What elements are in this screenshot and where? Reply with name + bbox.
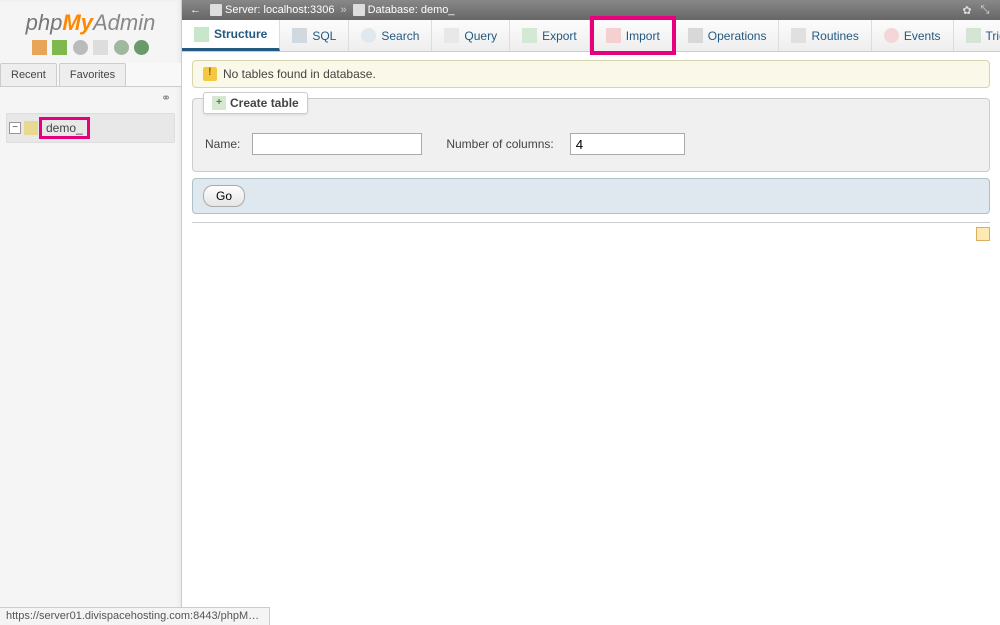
help-icon[interactable]: [73, 40, 88, 55]
tab-recent[interactable]: Recent: [0, 63, 57, 86]
db-value[interactable]: demo_: [421, 4, 455, 16]
go-button[interactable]: Go: [203, 185, 245, 207]
tab-sql[interactable]: SQL: [280, 20, 349, 51]
tab-search[interactable]: Search: [349, 20, 432, 51]
link-icon[interactable]: [157, 91, 171, 99]
logo[interactable]: phpMyAdmin: [0, 0, 181, 38]
tree-expand-icon[interactable]: −: [9, 122, 21, 134]
divider: [192, 222, 990, 223]
create-table-legend: Create table: [203, 92, 308, 114]
sidebar-tabs: Recent Favorites: [0, 63, 181, 87]
database-icon: [24, 121, 38, 135]
tabbar: Structure SQL Search Query Export Import…: [182, 20, 1000, 52]
logout-icon[interactable]: [52, 40, 67, 55]
status-bar: https://server01.divispacehosting.com:84…: [0, 607, 270, 625]
server-icon: [210, 4, 222, 16]
export-icon: [522, 28, 537, 43]
db-label: demo_: [46, 121, 83, 135]
exit-icon[interactable]: ⤡: [978, 3, 992, 17]
db-tree: − demo_: [0, 109, 181, 147]
sql-icon: [292, 28, 307, 43]
query-icon: [444, 28, 459, 43]
tab-triggers[interactable]: Triggers: [954, 20, 1000, 51]
routines-icon: [791, 28, 806, 43]
structure-icon: [194, 27, 209, 42]
tab-import[interactable]: Import: [590, 16, 676, 55]
tab-export[interactable]: Export: [510, 20, 590, 51]
home-icon[interactable]: [32, 40, 47, 55]
search-icon: [361, 28, 376, 43]
reload-icon[interactable]: [134, 40, 149, 55]
triggers-icon: [966, 28, 981, 43]
server-label: Server:: [225, 4, 260, 16]
create-table-icon: [212, 96, 226, 110]
sidebar: phpMyAdmin Recent Favorites − demo_: [0, 0, 182, 625]
events-icon: [884, 28, 899, 43]
tab-favorites[interactable]: Favorites: [59, 63, 126, 86]
create-table-fieldset: Create table Name: Number of columns:: [192, 98, 990, 172]
breadcrumb-separator: »: [340, 4, 346, 16]
tab-events[interactable]: Events: [872, 20, 954, 51]
bookmark-icon[interactable]: [976, 227, 990, 241]
docs-icon[interactable]: [93, 40, 108, 55]
tab-query[interactable]: Query: [432, 20, 510, 51]
gear-icon[interactable]: ✿: [960, 3, 974, 17]
sidebar-toolbar: [0, 38, 181, 63]
database-icon: [353, 4, 365, 16]
columns-input[interactable]: [570, 133, 685, 155]
tab-structure[interactable]: Structure: [182, 20, 280, 51]
content: No tables found in database. Create tabl…: [182, 52, 1000, 625]
tab-operations[interactable]: Operations: [676, 20, 780, 51]
import-icon: [606, 28, 621, 43]
tree-item-database[interactable]: − demo_: [6, 113, 175, 143]
notice-text: No tables found in database.: [223, 67, 376, 81]
notice: No tables found in database.: [192, 60, 990, 88]
name-label: Name:: [205, 137, 240, 151]
table-name-input[interactable]: [252, 133, 422, 155]
tab-routines[interactable]: Routines: [779, 20, 871, 51]
server-value[interactable]: localhost:3306: [264, 4, 335, 16]
go-bar: Go: [192, 178, 990, 214]
db-label: Database:: [368, 4, 418, 16]
settings-icon[interactable]: [114, 40, 129, 55]
cols-label: Number of columns:: [446, 137, 553, 151]
operations-icon: [688, 28, 703, 43]
warning-icon: [203, 67, 217, 81]
collapse-icon[interactable]: [190, 4, 204, 16]
main: Server: localhost:3306 » Database: demo_…: [182, 0, 1000, 625]
